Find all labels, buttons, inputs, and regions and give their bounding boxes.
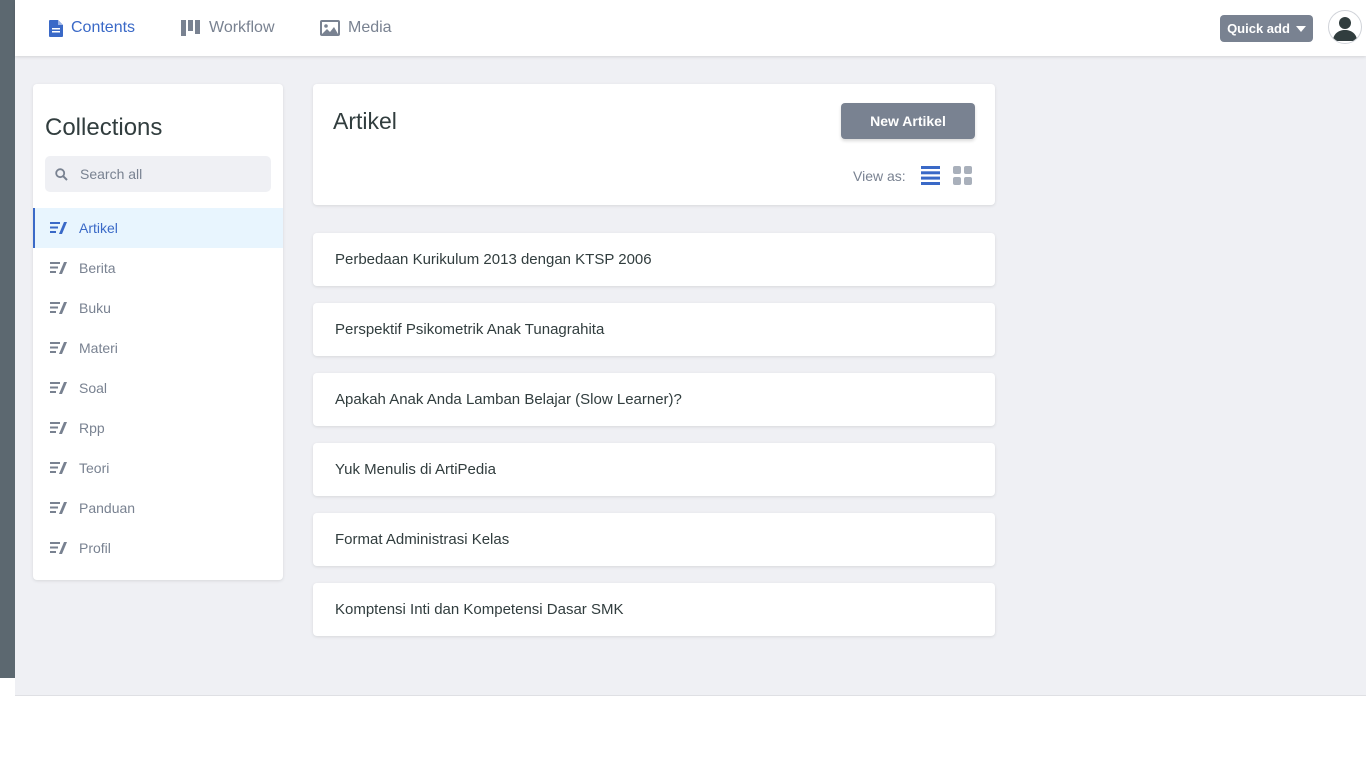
search-box	[45, 156, 271, 192]
collections-sidebar: Collections Artikel Berita	[33, 84, 283, 580]
sidebar-item-artikel[interactable]: Artikel	[33, 208, 283, 248]
entry-card[interactable]: Apakah Anak Anda Lamban Belajar (Slow Le…	[313, 373, 995, 426]
caret-down-icon	[1295, 25, 1306, 32]
sidebar-item-soal[interactable]: Soal	[33, 368, 283, 408]
sidebar-item-teori[interactable]: Teori	[33, 448, 283, 488]
sidebar-item-label: Soal	[79, 380, 108, 396]
entry-card[interactable]: Komptensi Inti dan Kompetensi Dasar SMK	[313, 583, 995, 636]
top-navigation-bar: Contents Workflow Media Quick add	[15, 0, 1366, 56]
nav-workflow-label: Workflow	[209, 19, 275, 36]
collection-icon	[50, 422, 67, 434]
quick-add-button[interactable]: Quick add	[1220, 15, 1313, 42]
sidebar-item-label: Rpp	[79, 420, 105, 436]
entry-card[interactable]: Perbedaan Kurikulum 2013 dengan KTSP 200…	[313, 233, 995, 286]
entry-title: Komptensi Inti dan Kompetensi Dasar SMK	[335, 601, 624, 618]
nav-media[interactable]: Media	[320, 0, 392, 56]
entry-title: Perspektif Psikometrik Anak Tunagrahita	[335, 321, 605, 338]
grid-view-icon[interactable]	[953, 166, 972, 185]
sidebar-item-berita[interactable]: Berita	[33, 248, 283, 288]
search-icon	[55, 167, 68, 181]
collection-list: Artikel Berita Buku Materi Soal Rpp Teor…	[33, 208, 283, 568]
document-icon	[49, 19, 63, 37]
collection-icon	[50, 302, 67, 314]
sidebar-item-label: Materi	[79, 340, 118, 356]
entry-title: Format Administrasi Kelas	[335, 531, 510, 548]
list-view-icon[interactable]	[921, 166, 940, 185]
left-edge-strip	[0, 0, 15, 678]
image-icon	[320, 20, 340, 36]
collection-icon	[50, 382, 67, 394]
search-input[interactable]	[78, 165, 262, 183]
page-title: Artikel	[333, 108, 397, 134]
collection-icon	[50, 222, 67, 234]
collection-icon	[50, 462, 67, 474]
sidebar-item-buku[interactable]: Buku	[33, 288, 283, 328]
entry-card[interactable]: Format Administrasi Kelas	[313, 513, 995, 566]
sidebar-item-profil[interactable]: Profil	[33, 528, 283, 568]
sidebar-item-rpp[interactable]: Rpp	[33, 408, 283, 448]
view-as-label: View as:	[853, 168, 906, 184]
collection-icon	[50, 502, 67, 514]
entry-card[interactable]: Yuk Menulis di ArtiPedia	[313, 443, 995, 496]
app-shell: Contents Workflow Media Quick add Collec…	[15, 0, 1366, 696]
entry-title: Yuk Menulis di ArtiPedia	[335, 461, 496, 478]
new-entry-button[interactable]: New Artikel	[841, 103, 975, 139]
sidebar-item-materi[interactable]: Materi	[33, 328, 283, 368]
nav-workflow[interactable]: Workflow	[181, 0, 275, 56]
sidebar-item-label: Berita	[79, 260, 116, 276]
sidebar-item-label: Panduan	[79, 500, 136, 516]
sidebar-item-label: Buku	[79, 300, 111, 316]
collection-icon	[50, 262, 67, 274]
nav-contents[interactable]: Contents	[49, 0, 135, 56]
sidebar-item-label: Artikel	[79, 220, 118, 236]
entry-card[interactable]: Perspektif Psikometrik Anak Tunagrahita	[313, 303, 995, 356]
entry-title: Apakah Anak Anda Lamban Belajar (Slow Le…	[335, 391, 682, 408]
nav-contents-label: Contents	[71, 19, 136, 36]
workflow-board-icon	[181, 20, 200, 36]
nav-media-label: Media	[348, 19, 392, 36]
collection-header-card: Artikel New Artikel View as:	[313, 84, 995, 205]
collection-icon	[50, 342, 67, 354]
collections-title: Collections	[45, 114, 163, 141]
entry-title: Perbedaan Kurikulum 2013 dengan KTSP 200…	[335, 251, 652, 268]
sidebar-item-label: Profil	[79, 540, 111, 556]
sidebar-item-panduan[interactable]: Panduan	[33, 488, 283, 528]
quick-add-label: Quick add	[1227, 21, 1290, 36]
user-icon	[1333, 17, 1357, 41]
collection-icon	[50, 542, 67, 554]
sidebar-item-label: Teori	[79, 460, 110, 476]
user-avatar[interactable]	[1328, 10, 1362, 44]
